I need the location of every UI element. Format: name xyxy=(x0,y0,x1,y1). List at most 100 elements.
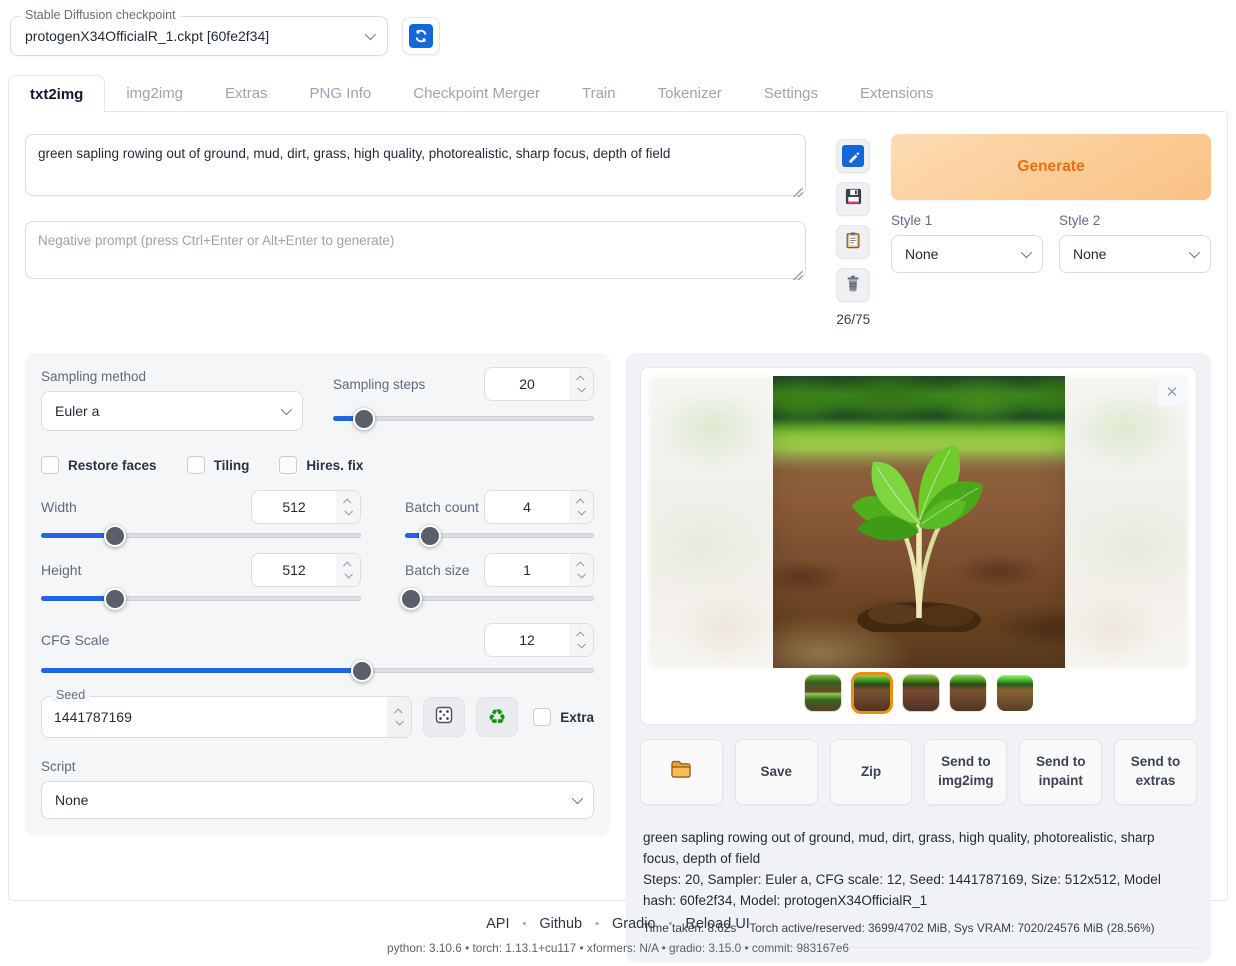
batch-size-input[interactable] xyxy=(484,553,594,587)
sampling-method-value: Euler a xyxy=(55,403,99,419)
gallery-ghost-right xyxy=(1062,376,1188,668)
restore-faces-checkbox[interactable]: Restore faces xyxy=(41,456,157,474)
results-panel: ✕ Save Zip Send to img2img xyxy=(626,353,1211,962)
tab-tokenizer[interactable]: Tokenizer xyxy=(637,75,743,112)
clear-prompt-button[interactable] xyxy=(836,268,870,302)
sampling-steps-value[interactable] xyxy=(485,368,569,400)
slider-thumb[interactable] xyxy=(353,408,375,430)
batch-size-slider[interactable] xyxy=(405,596,594,601)
tab-train[interactable]: Train xyxy=(561,75,637,112)
image-vignette xyxy=(773,376,1065,668)
thumbnail[interactable] xyxy=(996,674,1034,712)
batch-count-value[interactable] xyxy=(485,491,569,523)
info-params: Steps: 20, Sampler: Euler a, CFG scale: … xyxy=(643,870,1194,912)
stepper-buttons[interactable] xyxy=(387,697,411,737)
sampling-steps-input[interactable] xyxy=(484,367,594,401)
reuse-seed-button[interactable]: ♻ xyxy=(476,697,518,737)
api-link[interactable]: API xyxy=(486,916,509,932)
gradio-link[interactable]: Gradio xyxy=(612,916,656,932)
tab-settings[interactable]: Settings xyxy=(743,75,839,112)
stepper-buttons[interactable] xyxy=(569,491,593,523)
save-button[interactable]: Save xyxy=(735,739,818,805)
zip-button[interactable]: Zip xyxy=(830,739,913,805)
height-slider[interactable] xyxy=(41,596,361,601)
cfg-scale-input[interactable] xyxy=(484,623,594,657)
sampling-steps-slider[interactable] xyxy=(333,416,594,421)
slider-thumb[interactable] xyxy=(400,588,422,610)
tab-extras[interactable]: Extras xyxy=(204,75,289,112)
tab-txt2img[interactable]: txt2img xyxy=(8,75,105,112)
tab-img2img[interactable]: img2img xyxy=(105,75,204,112)
seed-input[interactable] xyxy=(41,696,412,738)
cfg-scale-value[interactable] xyxy=(485,624,569,656)
send-to-img2img-button[interactable]: Send to img2img xyxy=(924,739,1007,805)
height-value[interactable] xyxy=(252,554,336,586)
checkbox-icon[interactable] xyxy=(279,456,297,474)
prompt-input[interactable]: green sapling rowing out of ground, mud,… xyxy=(25,134,806,196)
generation-settings-panel: Sampling method Euler a Sampling steps xyxy=(25,353,610,835)
thumbnail-grid[interactable] xyxy=(804,674,842,712)
thumbnail[interactable] xyxy=(949,674,987,712)
chevron-down-icon xyxy=(1021,247,1032,258)
stepper-buttons[interactable] xyxy=(569,554,593,586)
seed-value[interactable] xyxy=(54,697,387,737)
tab-checkpoint-merger[interactable]: Checkpoint Merger xyxy=(392,75,561,112)
reload-ui-link[interactable]: Reload UI xyxy=(685,916,749,932)
negative-prompt-input[interactable] xyxy=(25,221,806,279)
slider-thumb[interactable] xyxy=(351,660,373,682)
slider-thumb[interactable] xyxy=(419,525,441,547)
chevron-up-icon xyxy=(576,561,584,569)
interrupt-paint-button[interactable] xyxy=(836,139,870,173)
height-input[interactable] xyxy=(251,553,361,587)
tab-extensions[interactable]: Extensions xyxy=(839,75,954,112)
batch-size-value[interactable] xyxy=(485,554,569,586)
chevron-down-icon xyxy=(344,507,352,515)
thumbnail-selected[interactable] xyxy=(851,672,893,714)
style1-dropdown[interactable]: None xyxy=(891,235,1043,273)
slider-thumb[interactable] xyxy=(104,588,126,610)
chevron-down-icon xyxy=(572,793,583,804)
checkpoint-dropdown[interactable]: protogenX34OfficialR_1.ckpt [60fe2f34] xyxy=(10,16,388,56)
stepper-buttons[interactable] xyxy=(336,491,360,523)
footer: API • Github • Gradio • Reload UI python… xyxy=(0,916,1236,955)
refresh-checkpoints-button[interactable] xyxy=(402,17,440,55)
batch-count-slider[interactable] xyxy=(405,533,594,538)
stepper-buttons[interactable] xyxy=(336,554,360,586)
stepper-buttons[interactable] xyxy=(569,368,593,400)
send-to-extras-button[interactable]: Send to extras xyxy=(1114,739,1197,805)
apply-style-button[interactable] xyxy=(836,225,870,259)
bullet-separator: • xyxy=(595,918,599,930)
checkbox-icon[interactable] xyxy=(533,708,551,726)
cfg-scale-slider[interactable] xyxy=(41,668,594,673)
random-seed-button[interactable] xyxy=(423,697,465,737)
slider-thumb[interactable] xyxy=(104,525,126,547)
send-to-inpaint-button[interactable]: Send to inpaint xyxy=(1019,739,1102,805)
thumbnail[interactable] xyxy=(902,674,940,712)
hires-fix-checkbox[interactable]: Hires. fix xyxy=(279,456,363,474)
txt2img-panel: green sapling rowing out of ground, mud,… xyxy=(8,111,1228,901)
tiling-checkbox[interactable]: Tiling xyxy=(187,456,250,474)
bullet-separator: • xyxy=(523,918,527,930)
github-link[interactable]: Github xyxy=(539,916,582,932)
checkbox-icon[interactable] xyxy=(41,456,59,474)
close-gallery-button[interactable]: ✕ xyxy=(1158,378,1186,406)
generated-image[interactable] xyxy=(773,376,1065,668)
chevron-down-icon xyxy=(344,570,352,578)
output-gallery: ✕ xyxy=(640,367,1197,725)
info-prompt: green sapling rowing out of ground, mud,… xyxy=(643,828,1194,870)
extra-seed-checkbox[interactable]: Extra xyxy=(533,708,594,726)
width-value[interactable] xyxy=(252,491,336,523)
width-input[interactable] xyxy=(251,490,361,524)
tab-png-info[interactable]: PNG Info xyxy=(289,75,393,112)
generate-button[interactable]: Generate xyxy=(891,134,1211,200)
checkbox-icon[interactable] xyxy=(187,456,205,474)
script-dropdown[interactable]: None xyxy=(41,781,594,819)
open-folder-button[interactable] xyxy=(640,739,723,805)
width-slider[interactable] xyxy=(41,533,361,538)
save-style-button[interactable] xyxy=(836,182,870,216)
stepper-buttons[interactable] xyxy=(569,624,593,656)
batch-count-input[interactable] xyxy=(484,490,594,524)
style2-dropdown[interactable]: None xyxy=(1059,235,1211,273)
sampling-method-dropdown[interactable]: Euler a xyxy=(41,391,303,431)
token-counter: 26/75 xyxy=(836,312,870,327)
